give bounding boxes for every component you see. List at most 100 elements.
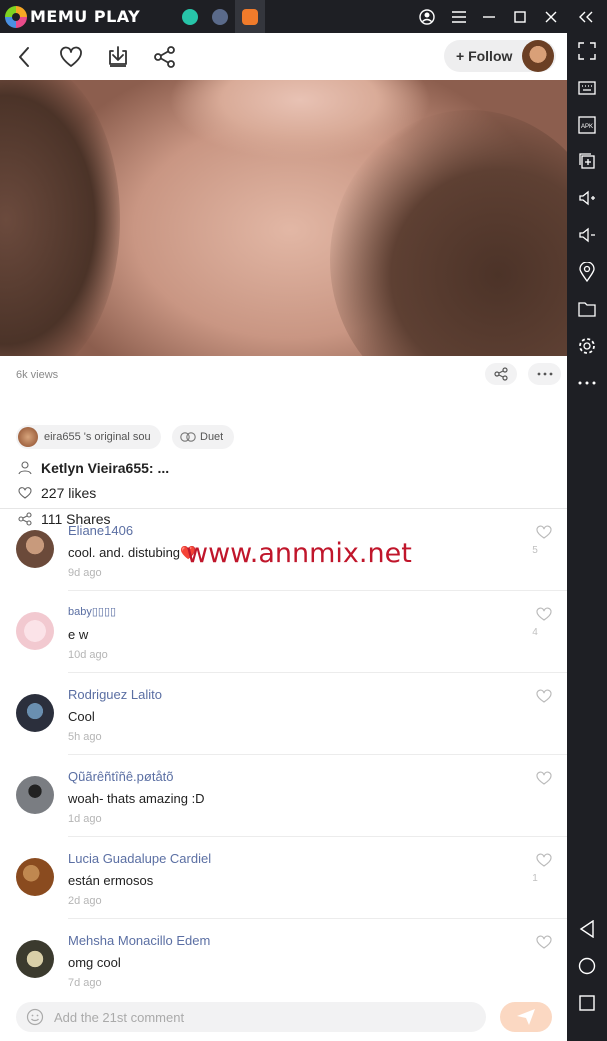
video-player[interactable] — [0, 80, 567, 356]
hamburger-icon — [452, 11, 466, 23]
author-name: Ketlyn Vieira655: ... — [41, 460, 170, 476]
comment-username[interactable]: baby▯▯▯▯ — [68, 605, 116, 618]
comment-time: 10d ago — [68, 649, 108, 661]
original-sound-label: eira655 's original sou — [44, 431, 151, 443]
comment-like-icon[interactable] — [536, 934, 552, 950]
commenter-avatar[interactable] — [16, 858, 54, 896]
maximize-button[interactable] — [509, 6, 531, 28]
commenter-avatar[interactable] — [16, 530, 54, 568]
volume-up-button[interactable] — [575, 186, 599, 210]
close-window-button[interactable] — [540, 6, 562, 28]
recents-square-icon — [579, 995, 595, 1011]
comment-like-icon[interactable] — [536, 606, 552, 622]
comment-like-count: 4 — [532, 627, 538, 638]
comment-text: omg cool — [68, 955, 121, 970]
settings-button[interactable] — [575, 334, 599, 358]
comment-like-icon[interactable] — [536, 524, 552, 540]
volume-down-icon — [579, 227, 595, 243]
comment-item[interactable]: Lucia Guadalupe Cardiel están ermosos 2d… — [0, 837, 567, 919]
folder-icon — [578, 302, 596, 317]
comment-time: 2d ago — [68, 895, 102, 907]
comment-username[interactable]: Lucia Guadalupe Cardiel — [68, 851, 211, 866]
comment-item[interactable]: Rodriguez Lalito Cool 5h ago — [0, 673, 567, 755]
follow-label: + Follow — [456, 48, 513, 64]
comment-item[interactable]: Mehsha Monacillo Edem omg cool 7d ago — [0, 919, 567, 1001]
author-avatar[interactable] — [522, 40, 554, 72]
comment-time: 9d ago — [68, 567, 102, 579]
view-count: 6k views — [16, 369, 59, 381]
minimize-icon — [483, 16, 495, 18]
fullscreen-icon — [578, 42, 596, 60]
video-top-bar: + Follow — [0, 33, 567, 80]
comment-username[interactable]: Rodriguez Lalito — [68, 687, 162, 702]
commenter-avatar[interactable] — [16, 940, 54, 978]
memu-logo-icon — [5, 6, 27, 28]
comment-input[interactable]: Add the 21st comment — [16, 1002, 486, 1032]
keyboard-icon — [578, 81, 596, 95]
comment-text: e w — [68, 627, 89, 642]
multi-window-button[interactable] — [575, 149, 599, 173]
account-icon — [419, 9, 435, 25]
more-button[interactable] — [528, 363, 561, 385]
comment-username[interactable]: Mehsha Monacillo Edem — [68, 933, 210, 948]
fullscreen-button[interactable] — [575, 39, 599, 63]
author-row[interactable]: Ketlyn Vieira655: ... — [18, 460, 169, 476]
comment-item[interactable]: Qũãrêñtîñê.pøtåtõ woah- thats amazing :D… — [0, 755, 567, 837]
comment-like-icon[interactable] — [536, 852, 552, 868]
emulator-toolbar: APK — [567, 33, 607, 1041]
send-button[interactable] — [500, 1002, 552, 1032]
location-pin-icon — [579, 262, 595, 282]
follow-button[interactable]: + Follow — [444, 40, 556, 72]
apk-button[interactable]: APK — [575, 113, 599, 137]
likes-row: 227 likes — [18, 485, 96, 501]
android-home-button[interactable] — [575, 954, 599, 978]
comment-like-count: 5 — [532, 545, 538, 556]
comment-like-icon[interactable] — [536, 770, 552, 786]
comment-username[interactable]: Eliane1406 — [68, 523, 133, 538]
collapse-sidebar-button[interactable] — [575, 6, 597, 28]
app-screen: + Follow 6k views eira655 's original so… — [0, 33, 567, 1041]
back-triangle-icon — [579, 920, 594, 938]
comment-text: Cool — [68, 709, 95, 724]
minimize-button[interactable] — [478, 6, 500, 28]
location-button[interactable] — [575, 260, 599, 284]
volume-down-button[interactable] — [575, 223, 599, 247]
snack-video-icon — [242, 8, 258, 25]
android-recents-button[interactable] — [575, 991, 599, 1015]
account-button[interactable] — [416, 6, 438, 28]
comment-text: cool. and. distubing❤️ — [68, 545, 197, 560]
emoji-icon[interactable] — [26, 1008, 44, 1026]
comment-like-count: 1 — [532, 873, 538, 884]
likes-count: 227 likes — [41, 485, 97, 501]
shared-folder-button[interactable] — [575, 297, 599, 321]
share-small-button[interactable] — [485, 363, 517, 385]
app-tab-1[interactable] — [175, 0, 205, 33]
comment-like-icon[interactable] — [536, 688, 552, 704]
heart-icon — [18, 487, 32, 499]
snack-video-tab[interactable] — [235, 0, 265, 33]
comment-time: 7d ago — [68, 977, 102, 989]
send-icon — [517, 1009, 535, 1025]
telegram-tab[interactable] — [205, 0, 235, 33]
commenter-avatar[interactable] — [16, 694, 54, 732]
more-options-button[interactable] — [575, 371, 599, 395]
menu-button[interactable] — [448, 6, 470, 28]
app-tab-1-icon — [182, 8, 198, 25]
comment-time: 5h ago — [68, 731, 102, 743]
commenter-avatar[interactable] — [16, 776, 54, 814]
hair-left — [0, 80, 120, 356]
download-icon[interactable] — [105, 44, 131, 70]
keyboard-button[interactable] — [575, 76, 599, 100]
share-icon[interactable] — [152, 44, 178, 70]
back-arrow-icon[interactable] — [12, 44, 38, 70]
like-heart-icon[interactable] — [58, 44, 84, 70]
maximize-icon — [514, 11, 526, 23]
comment-item[interactable]: baby▯▯▯▯ e w 10d ago 4 — [0, 591, 567, 673]
original-sound-chip[interactable]: eira655 's original sou — [16, 425, 161, 449]
comment-username[interactable]: Qũãrêñtîñê.pøtåtõ — [68, 769, 174, 784]
app-brand: MEMU PLAY — [30, 7, 141, 26]
commenter-avatar[interactable] — [16, 612, 54, 650]
watermark-text: www.annmix.net — [186, 538, 412, 569]
android-back-button[interactable] — [575, 917, 599, 941]
duet-button[interactable]: Duet — [172, 425, 234, 449]
